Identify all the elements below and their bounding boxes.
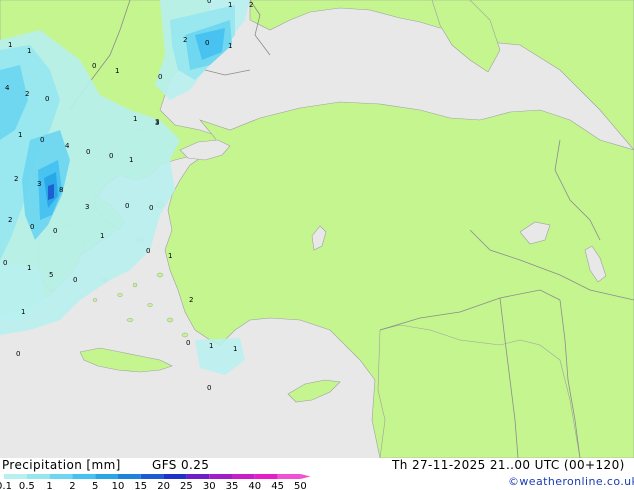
precip-value: 1 [100, 232, 104, 240]
legend-swatch [232, 474, 255, 479]
precip-value: 1 [115, 67, 119, 75]
precip-value: 0 [146, 247, 150, 255]
precip-value: 2 [25, 90, 29, 98]
precip-value: 1 [27, 264, 31, 272]
legend-tick-label: 40 [248, 481, 261, 490]
legend-swatch [95, 474, 118, 479]
legend-tick-label: 1 [46, 481, 52, 490]
precip-value: 0 [40, 136, 44, 144]
legend-swatch [140, 474, 164, 479]
legend-swatch [277, 474, 301, 479]
precip-value: 2 [183, 36, 187, 44]
precip-value: 1 [8, 41, 12, 49]
precip-value: 2 [8, 216, 12, 224]
legend-tick-label: 30 [203, 481, 216, 490]
valid-time-label: Th 27-11-2025 21..00 UTC (00+120) [392, 458, 625, 472]
legend-swatch [4, 474, 27, 479]
precip-value: 0 [207, 384, 211, 392]
legend-swatch [26, 474, 50, 479]
precip-value: 0 [207, 0, 211, 5]
precip-value: 0 [3, 259, 7, 267]
precip-value: 0 [45, 95, 49, 103]
legend-tick-label: 0.1 [0, 481, 12, 490]
precip-value: 0 [92, 62, 96, 70]
precip-value: 2 [189, 296, 193, 304]
precip-value: 1 [18, 131, 22, 139]
legend-tick-label: 20 [157, 481, 170, 490]
legend-swatch [254, 474, 278, 479]
precip-value: 0 [86, 148, 90, 156]
precipitation-map: 0 1 211142002 01040 0 13110238001203000132501… [0, 0, 634, 458]
credit-link[interactable]: ©weatheronline.co.uk [508, 475, 634, 488]
precip-value: 1 [233, 345, 237, 353]
title-label: Precipitation [mm] [2, 458, 121, 472]
precip-value: 0 [73, 276, 77, 284]
precip-value: 0 [186, 339, 190, 347]
precip-value: 0 [149, 204, 153, 212]
precip-value: 4 [65, 142, 70, 150]
legend-swatch [118, 474, 141, 479]
precip-value: 1 [27, 47, 31, 55]
legend-swatch [49, 474, 73, 479]
legend-tick-label: 25 [180, 481, 193, 490]
legend-tick-label: 50 [294, 481, 307, 490]
legend-arrow [300, 474, 311, 479]
precip-value: 3 [155, 119, 159, 127]
precip-value: 1 [209, 342, 213, 350]
precip-value: 5 [49, 271, 53, 279]
model-label: GFS 0.25 [152, 458, 210, 472]
legend-swatch [163, 474, 187, 479]
legend-tick-label: 2 [69, 481, 75, 490]
precip-value: 0 [125, 202, 129, 210]
footer-bar: Precipitation [mm] GFS 0.25 Th 27-11-202… [0, 458, 634, 490]
legend-swatch [186, 474, 210, 479]
precip-value: 1 [228, 42, 232, 50]
precip-value: 2 [249, 1, 253, 9]
precip-value: 0 [16, 350, 20, 358]
precip-value: 1 [228, 1, 232, 9]
precip-value: 1 [133, 115, 137, 123]
precip-value: 8 [59, 186, 63, 194]
precip-value: 0 [30, 223, 34, 231]
legend-tick-label: 15 [134, 481, 147, 490]
legend-tick-label: 10 [112, 481, 125, 490]
precip-value: 1 [21, 308, 25, 316]
precip-value: 4 [5, 84, 10, 92]
legend-swatch [209, 474, 232, 479]
precip-value: 0 [109, 152, 113, 160]
precip-value: 0 [158, 73, 162, 81]
legend-tick-label: 0.5 [19, 481, 35, 490]
color-legend: 0.10.5125101520253035404550 [0, 474, 311, 490]
precip-value: 3 [37, 180, 41, 188]
legend-tick-label: 45 [271, 481, 284, 490]
precip-value: 1 [129, 156, 133, 164]
precip-value: 3 [85, 203, 89, 211]
precip-value: 2 [14, 175, 18, 183]
precip-value: 1 [168, 252, 172, 260]
legend-tick-label: 35 [226, 481, 239, 490]
legend-swatch [72, 474, 96, 479]
precip-value: 0 [53, 227, 57, 235]
precip-value: 0 [205, 39, 209, 47]
legend-tick-label: 5 [92, 481, 98, 490]
